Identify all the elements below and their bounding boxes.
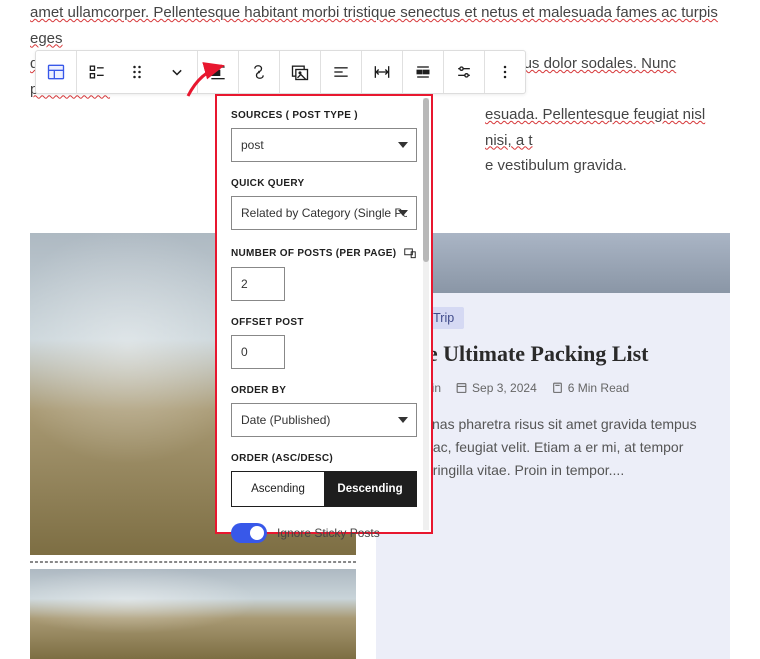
- sticky-posts-label: Ignore Sticky Posts: [277, 526, 380, 540]
- scrollbar-thumb[interactable]: [423, 98, 429, 262]
- offset-label: OFFSET POST: [231, 317, 417, 328]
- date-meta: Sep 3, 2024: [455, 381, 537, 395]
- width-icon[interactable]: [362, 50, 402, 94]
- doc-line-4: e vestibulum gravida.: [485, 153, 627, 179]
- post-meta: Admin Sep 3, 2024 6 Min Read: [390, 381, 716, 395]
- offset-input[interactable]: [231, 335, 285, 369]
- order-toggle: Ascending Descending: [231, 471, 417, 507]
- orderby-label: ORDER BY: [231, 385, 417, 396]
- sources-label: SOURCES ( POST TYPE ): [231, 110, 417, 121]
- order-label: ORDER (ASC/DESC): [231, 453, 417, 464]
- quick-query-label: QUICK QUERY: [231, 178, 417, 189]
- doc-line-1: amet ullamcorper. Pellentesque habitant …: [30, 0, 730, 51]
- query-settings-popover: SOURCES ( POST TYPE ) post QUICK QUERY R…: [215, 94, 433, 534]
- list-view-icon[interactable]: [77, 50, 117, 94]
- image-icon[interactable]: [280, 50, 320, 94]
- query-loop-icon[interactable]: [239, 50, 279, 94]
- post-divider: [30, 561, 356, 563]
- sources-select[interactable]: post: [231, 128, 417, 162]
- post-title[interactable]: “The Ultimate Packing List: [390, 341, 716, 367]
- block-type-icon[interactable]: [36, 50, 76, 94]
- orderby-select[interactable]: Date (Published): [231, 403, 417, 437]
- more-options-icon[interactable]: [485, 50, 525, 94]
- num-posts-label: NUMBER OF POSTS (PER PAGE): [231, 246, 417, 260]
- doc-line-3: esuada. Pellentesque feugiat nisl nisi, …: [485, 102, 730, 153]
- quick-query-select[interactable]: Related by Category (Single Post): [231, 196, 417, 230]
- devices-icon: [403, 246, 417, 260]
- block-toolbar: [35, 50, 526, 94]
- text-align-icon[interactable]: [321, 50, 361, 94]
- descending-button[interactable]: Descending: [324, 472, 416, 506]
- settings-icon[interactable]: [444, 50, 484, 94]
- post-excerpt: Maecenas pharetra risus sit amet gravida…: [390, 413, 716, 482]
- sticky-posts-toggle[interactable]: [231, 523, 267, 543]
- ascending-button[interactable]: Ascending: [232, 472, 324, 506]
- grid-icon[interactable]: [403, 50, 443, 94]
- readtime-meta: 6 Min Read: [551, 381, 629, 395]
- date-text: Sep 3, 2024: [472, 381, 537, 395]
- num-posts-input[interactable]: [231, 267, 285, 301]
- readtime-text: 6 Min Read: [568, 381, 629, 395]
- drag-handle-icon[interactable]: [117, 50, 157, 94]
- post-image-1b: [30, 569, 356, 659]
